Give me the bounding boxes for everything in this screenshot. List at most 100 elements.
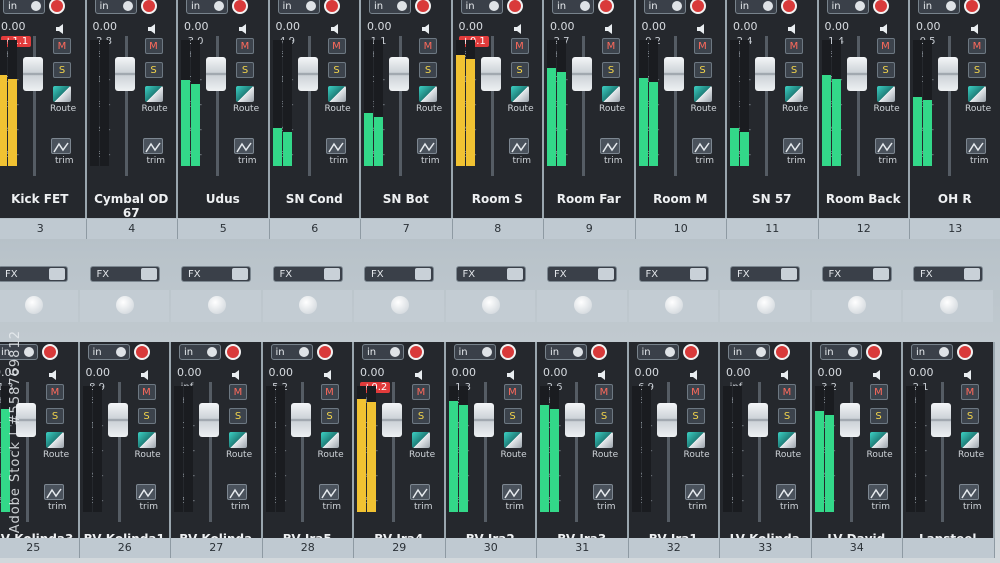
volume-fader[interactable] — [656, 402, 677, 437]
volume-fader[interactable] — [473, 402, 494, 437]
volume-fader[interactable] — [931, 402, 951, 437]
speaker-icon[interactable] — [696, 20, 708, 34]
speaker-icon[interactable] — [55, 20, 67, 34]
fx-insert-button[interactable]: FX — [455, 266, 526, 282]
mute-button[interactable]: M — [968, 38, 986, 54]
record-arm-button[interactable] — [499, 344, 516, 360]
volume-fader[interactable] — [663, 56, 684, 91]
solo-button[interactable]: S — [503, 408, 522, 424]
record-arm-button[interactable] — [225, 344, 241, 360]
solo-button[interactable]: S — [778, 408, 796, 424]
speaker-icon[interactable] — [414, 366, 426, 380]
solo-button[interactable]: S — [785, 62, 803, 78]
record-arm-button[interactable] — [49, 0, 65, 14]
input-select-button[interactable]: in — [545, 344, 587, 360]
fx-insert-button[interactable]: FX — [181, 266, 251, 282]
power-icon[interactable] — [232, 268, 248, 280]
route-icon[interactable] — [419, 86, 437, 102]
speaker-icon[interactable] — [140, 366, 152, 380]
mute-button[interactable]: M — [144, 38, 163, 54]
trim-icon[interactable] — [410, 484, 430, 500]
input-select-button[interactable]: in — [87, 344, 130, 360]
speaker-icon[interactable] — [787, 20, 799, 34]
record-arm-button[interactable] — [598, 0, 614, 14]
mute-button[interactable]: M — [686, 384, 705, 400]
power-icon[interactable] — [323, 268, 340, 280]
record-arm-button[interactable] — [865, 344, 882, 360]
mute-button[interactable]: M — [46, 384, 64, 400]
pan-knob[interactable] — [24, 296, 43, 314]
record-arm-button[interactable] — [689, 0, 706, 14]
speaker-icon[interactable] — [879, 20, 891, 34]
trim-icon[interactable] — [318, 484, 339, 500]
trim-icon[interactable] — [51, 138, 71, 154]
input-select-button[interactable]: in — [826, 0, 869, 14]
volume-fader[interactable] — [938, 56, 958, 91]
speaker-icon[interactable] — [48, 366, 60, 380]
record-arm-button[interactable] — [140, 0, 157, 14]
volume-fader[interactable] — [839, 402, 860, 437]
route-icon[interactable] — [876, 86, 895, 102]
record-arm-button[interactable] — [316, 344, 333, 360]
speaker-icon[interactable] — [604, 20, 616, 34]
trim-icon[interactable] — [501, 484, 522, 500]
input-select-button[interactable]: in — [735, 0, 777, 14]
fx-insert-button[interactable]: FX — [638, 266, 709, 282]
trim-icon[interactable] — [867, 484, 888, 500]
solo-button[interactable]: S — [510, 62, 529, 78]
route-icon[interactable] — [236, 86, 254, 102]
volume-fader[interactable] — [565, 402, 585, 437]
route-icon[interactable] — [503, 432, 522, 448]
pan-knob[interactable] — [207, 296, 226, 314]
speaker-icon[interactable] — [238, 20, 250, 34]
fx-insert-button[interactable]: FX — [821, 266, 892, 282]
trim-icon[interactable] — [684, 484, 705, 500]
mute-button[interactable]: M — [327, 38, 346, 54]
solo-button[interactable]: S — [595, 408, 613, 424]
input-select-button[interactable]: in — [3, 0, 45, 14]
record-arm-button[interactable] — [232, 0, 248, 14]
fx-insert-button[interactable]: FX — [89, 266, 160, 282]
input-select-button[interactable]: in — [94, 0, 137, 14]
route-icon[interactable] — [693, 86, 712, 102]
power-icon[interactable] — [781, 268, 797, 280]
route-icon[interactable] — [869, 432, 888, 448]
speaker-icon[interactable] — [231, 366, 243, 380]
fx-insert-button[interactable]: FX — [272, 266, 343, 282]
solo-button[interactable]: S — [961, 408, 979, 424]
route-icon[interactable] — [968, 86, 986, 102]
solo-button[interactable]: S — [144, 62, 163, 78]
trim-icon[interactable] — [417, 138, 437, 154]
trim-icon[interactable] — [691, 138, 712, 154]
record-arm-button[interactable] — [42, 344, 58, 360]
trim-icon[interactable] — [600, 138, 620, 154]
input-select-button[interactable]: in — [819, 344, 862, 360]
input-select-button[interactable]: in — [179, 344, 221, 360]
route-icon[interactable] — [961, 432, 979, 448]
solo-button[interactable]: S — [602, 62, 620, 78]
route-icon[interactable] — [327, 86, 346, 102]
power-icon[interactable] — [506, 268, 523, 280]
mute-button[interactable]: M — [229, 384, 247, 400]
mute-button[interactable]: M — [961, 384, 979, 400]
volume-fader[interactable] — [480, 56, 501, 91]
volume-fader[interactable] — [846, 56, 867, 91]
speaker-icon[interactable] — [513, 20, 525, 34]
solo-button[interactable]: S — [419, 62, 437, 78]
fx-insert-button[interactable]: FX — [913, 266, 983, 282]
mute-button[interactable]: M — [876, 38, 895, 54]
route-icon[interactable] — [602, 86, 620, 102]
solo-button[interactable]: S — [229, 408, 247, 424]
record-arm-button[interactable] — [872, 0, 889, 14]
mute-button[interactable]: M — [693, 38, 712, 54]
fx-insert-button[interactable]: FX — [547, 266, 617, 282]
power-icon[interactable] — [415, 268, 431, 280]
power-icon[interactable] — [598, 268, 614, 280]
input-select-button[interactable]: in — [453, 344, 496, 360]
pan-knob[interactable] — [573, 296, 592, 314]
solo-button[interactable]: S — [876, 62, 895, 78]
trim-icon[interactable] — [234, 138, 254, 154]
input-select-button[interactable]: in — [911, 344, 953, 360]
trim-icon[interactable] — [783, 138, 803, 154]
route-icon[interactable] — [137, 432, 156, 448]
